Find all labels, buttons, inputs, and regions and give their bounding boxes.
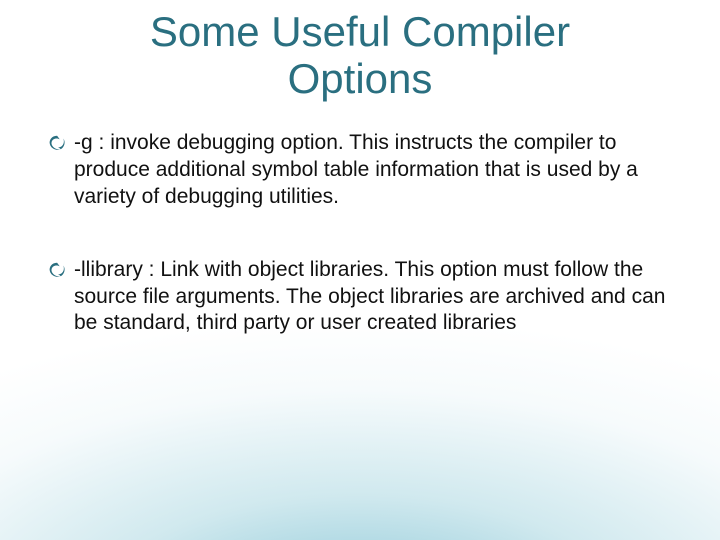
bullet-list: -g : invoke debugging option. This instr… xyxy=(48,130,672,337)
title-line-1: Some Useful Compiler xyxy=(150,8,570,55)
bullet-item: -g : invoke debugging option. This instr… xyxy=(48,130,672,211)
slide: Some Useful Compiler Options -g : invoke… xyxy=(0,0,720,337)
bullet-item: -llibrary : Link with object libraries. … xyxy=(48,257,672,338)
option-flag: -g xyxy=(74,131,93,154)
swirl-bullet-icon xyxy=(48,261,66,279)
slide-title: Some Useful Compiler Options xyxy=(48,8,672,102)
option-flag: -llibrary xyxy=(74,258,143,281)
title-line-2: Options xyxy=(288,55,433,102)
option-description: : Link with object libraries. This optio… xyxy=(74,258,665,335)
swirl-bullet-icon xyxy=(48,134,66,152)
option-description: : invoke debugging option. This instruct… xyxy=(74,131,638,208)
